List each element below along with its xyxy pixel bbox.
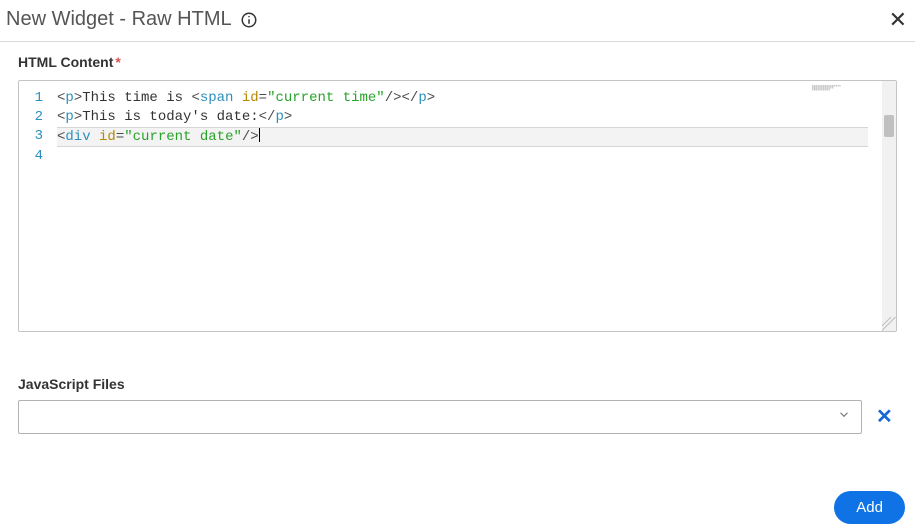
code-line[interactable]: 3<div id="current date"/> (27, 127, 868, 147)
editor-scrollbar[interactable] (882, 81, 896, 331)
code-content[interactable] (57, 147, 868, 166)
info-icon[interactable] (240, 11, 258, 29)
remove-js-file-icon[interactable]: ✕ (876, 407, 893, 427)
line-number: 4 (27, 147, 57, 166)
code-line[interactable]: 1<p>This time is <span id="current time"… (27, 89, 868, 108)
js-file-select[interactable] (18, 400, 862, 434)
text-caret (259, 127, 260, 142)
html-content-label: HTML Content* (18, 54, 897, 70)
line-number: 3 (27, 127, 57, 147)
resize-handle[interactable] (882, 317, 896, 331)
code-minimap: ██████████████████████████████████████ (812, 85, 882, 129)
code-line[interactable]: 2<p>This is today's date:</p> (27, 108, 868, 127)
code-line[interactable]: 4 (27, 147, 868, 166)
js-files-label: JavaScript Files (18, 376, 897, 392)
code-content[interactable]: <div id="current date"/> (57, 127, 868, 147)
dialog-header: New Widget - Raw HTML ✕ (0, 0, 915, 42)
add-button[interactable]: Add (834, 491, 905, 524)
close-icon[interactable]: ✕ (885, 9, 911, 31)
html-code-editor[interactable]: 1<p>This time is <span id="current time"… (18, 80, 897, 332)
dialog-title: New Widget - Raw HTML (6, 8, 232, 31)
code-content[interactable]: <p>This is today's date:</p> (57, 108, 868, 127)
line-number: 1 (27, 89, 57, 108)
code-content[interactable]: <p>This time is <span id="current time"/… (57, 89, 868, 108)
line-number: 2 (27, 108, 57, 127)
chevron-down-icon (837, 408, 851, 427)
